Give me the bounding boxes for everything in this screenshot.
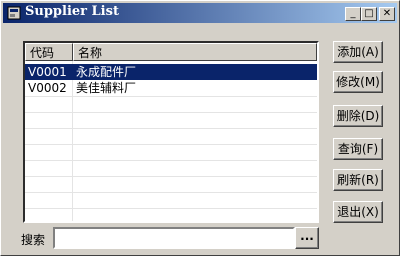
delete-button[interactable]: 删除(D) [333, 105, 383, 127]
table-row[interactable]: V0001 永成配件厂 [25, 64, 317, 80]
row-code: V0001 [25, 64, 73, 80]
grid-line [25, 160, 317, 161]
grid-line [25, 144, 317, 145]
search-label: 搜索 [21, 233, 46, 247]
minimize-button[interactable]: _ [345, 7, 361, 21]
window-title: Supplier List [25, 4, 119, 19]
supplier-list-window: Supplier List _ □ ✕ 代码 名称 V0001 永成配件厂 V0… [0, 0, 400, 256]
grid-line [25, 112, 317, 113]
refresh-button[interactable]: 刷新(R) [333, 169, 383, 191]
table-row[interactable]: V0002 美佳辅料厂 [25, 80, 317, 96]
supplier-list[interactable]: 代码 名称 V0001 永成配件厂 V0002 美佳辅料厂 [23, 41, 319, 223]
row-code: V0002 [28, 81, 67, 95]
grid-line [25, 176, 317, 177]
grid-line [25, 192, 317, 193]
query-button[interactable]: 查询(F) [333, 138, 383, 160]
maximize-button[interactable]: □ [361, 7, 377, 21]
list-header: 代码 名称 [25, 43, 317, 61]
grid-line [25, 96, 317, 97]
row-name: 永成配件厂 [73, 64, 317, 80]
add-button[interactable]: 添加(A) [333, 41, 383, 63]
grid-line [25, 128, 317, 129]
row-name: 美佳辅料厂 [76, 81, 137, 95]
column-header-name[interactable]: 名称 [73, 43, 317, 61]
grid-line [25, 208, 317, 209]
app-icon [7, 6, 21, 20]
search-input[interactable] [53, 227, 295, 249]
title-bar[interactable]: Supplier List _ □ ✕ [3, 3, 397, 23]
modify-button[interactable]: 修改(M) [333, 71, 383, 93]
exit-button[interactable]: 退出(X) [333, 201, 383, 223]
column-header-code[interactable]: 代码 [25, 43, 73, 61]
browse-button[interactable]: ... [295, 227, 319, 249]
close-button[interactable]: ✕ [379, 7, 395, 21]
